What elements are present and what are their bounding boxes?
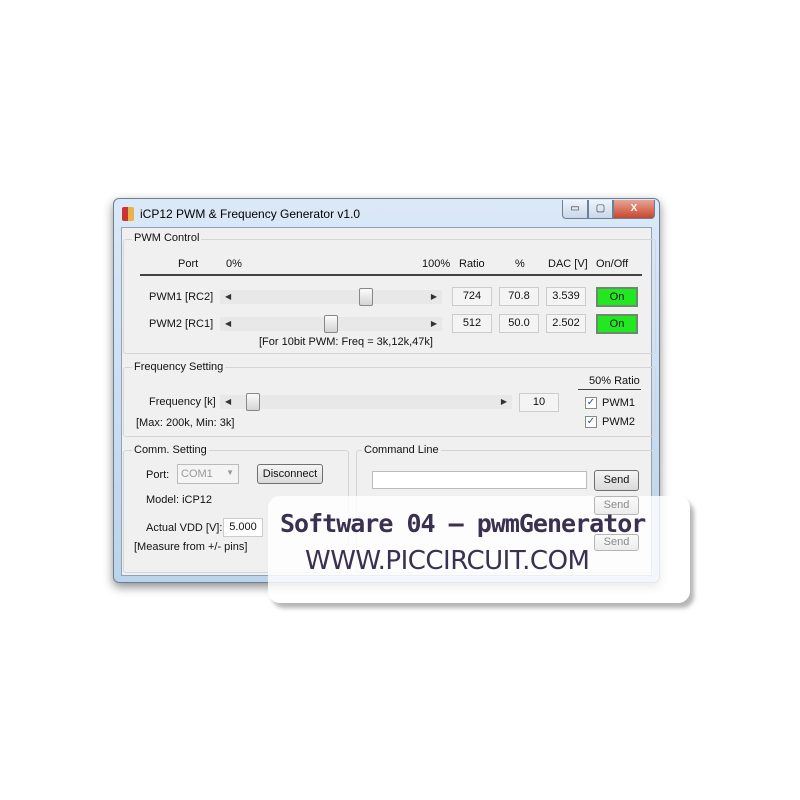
vdd-label: Actual VDD [V]: — [146, 522, 223, 534]
slider-right-arrow-icon[interactable]: ▶ — [431, 290, 437, 304]
close-button[interactable]: X — [613, 200, 655, 219]
pwm-slider[interactable]: ◀ ▶ — [220, 315, 442, 333]
pwm-note: [For 10bit PWM: Freq = 3k,12k,47k] — [259, 336, 433, 348]
on-off-button[interactable]: On — [596, 314, 638, 334]
model-label: Model: iCP12 — [146, 494, 213, 506]
slider-right-arrow-icon[interactable]: ▶ — [501, 395, 507, 409]
ratio-value: 512 — [452, 314, 492, 333]
header-onoff: On/Off — [596, 258, 629, 270]
port-combobox[interactable]: COM1 ▼ — [177, 464, 239, 484]
send-button-3[interactable]: Send — [594, 534, 639, 551]
port-label: Port: — [146, 469, 170, 481]
comm-group-label: Comm. Setting — [132, 444, 209, 456]
slider-left-arrow-icon[interactable]: ◀ — [225, 317, 231, 331]
minimize-button[interactable]: ▭ — [562, 200, 588, 219]
header-percent: % — [515, 258, 525, 270]
frequency-slider[interactable]: ◀ ▶ — [220, 393, 512, 411]
ratio-header: 50% Ratio — [589, 375, 640, 387]
frequency-range-note: [Max: 200k, Min: 3k] — [136, 417, 235, 429]
header-divider — [140, 274, 642, 276]
slider-left-arrow-icon[interactable]: ◀ — [225, 290, 231, 304]
command-input[interactable] — [372, 471, 587, 489]
percent-value: 70.8 — [499, 287, 539, 306]
pwm2-checkbox[interactable]: ✓ — [585, 416, 597, 428]
pwm-group-label: PWM Control — [132, 232, 202, 244]
header-dac: DAC [V] — [548, 258, 588, 270]
pwm-port-label: PWM2 [RC1] — [149, 318, 214, 330]
window-title: iCP12 PWM & Frequency Generator v1.0 — [140, 207, 361, 221]
pwm-slider[interactable]: ◀ ▶ — [220, 288, 442, 306]
header-max: 100% — [422, 258, 451, 270]
disconnect-button[interactable]: Disconnect — [257, 464, 323, 484]
vdd-input[interactable]: 5.000 — [223, 518, 263, 537]
app-icon — [122, 207, 134, 221]
chevron-down-icon: ▼ — [226, 468, 234, 477]
port-value: COM1 — [181, 468, 213, 480]
ratio-divider — [578, 389, 641, 390]
header-min: 0% — [226, 258, 242, 270]
frequency-group-label: Frequency Setting — [132, 361, 226, 373]
pwm2-check-label: PWM2 — [602, 416, 635, 428]
header-port: Port — [178, 258, 199, 270]
header-ratio: Ratio — [459, 258, 485, 270]
percent-value: 50.0 — [499, 314, 539, 333]
dac-value: 2.502 — [546, 314, 586, 333]
command-group-label: Command Line — [362, 444, 441, 456]
dac-value: 3.539 — [546, 287, 586, 306]
pwm1-check-label: PWM1 — [602, 397, 635, 409]
pwm1-checkbox[interactable]: ✓ — [585, 397, 597, 409]
slider-right-arrow-icon[interactable]: ▶ — [431, 317, 437, 331]
pwm-port-label: PWM1 [RC2] — [149, 291, 214, 303]
on-off-button[interactable]: On — [596, 287, 638, 307]
slider-thumb[interactable] — [358, 288, 373, 306]
slider-left-arrow-icon[interactable]: ◀ — [225, 395, 231, 409]
ratio-value: 724 — [452, 287, 492, 306]
measure-note: [Measure from +/- pins] — [134, 541, 248, 553]
maximize-button[interactable]: ▢ — [588, 200, 613, 219]
frequency-value: 10 — [519, 393, 559, 412]
send-button[interactable]: Send — [594, 470, 639, 491]
send-button-2[interactable]: Send — [594, 496, 639, 515]
frequency-label: Frequency [k] — [149, 396, 216, 408]
slider-thumb[interactable] — [246, 393, 260, 411]
slider-thumb[interactable] — [324, 315, 338, 333]
